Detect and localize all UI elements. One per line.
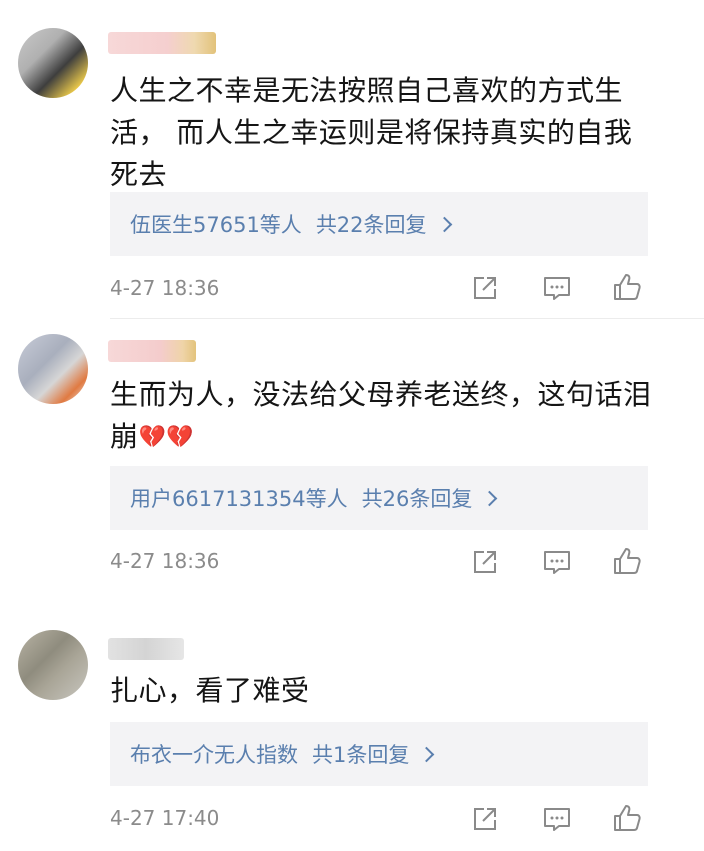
like-button[interactable] bbox=[610, 801, 644, 835]
comment-line: 人生之不幸是无法按照自己喜欢的方式生 bbox=[110, 74, 624, 107]
comment-line: 生而为人，没法给父母养老送终，这句话泪 bbox=[110, 378, 652, 411]
username-blurred[interactable] bbox=[108, 32, 216, 54]
comment-time: 4-27 18:36 bbox=[110, 549, 220, 573]
comment-button[interactable] bbox=[540, 271, 574, 305]
avatar[interactable] bbox=[18, 28, 88, 98]
comment-button[interactable] bbox=[540, 802, 574, 836]
share-icon bbox=[474, 277, 496, 299]
comment-line: 崩💔💔 bbox=[110, 416, 670, 459]
like-button[interactable] bbox=[610, 270, 644, 304]
username-blurred[interactable] bbox=[108, 638, 184, 660]
thumbs-up-icon bbox=[614, 805, 641, 831]
comment-text: 扎心，看了难受 bbox=[110, 670, 670, 712]
comment-line: 活， 而人生之幸运则是将保持真实的自我 bbox=[110, 116, 633, 149]
avatar[interactable] bbox=[18, 334, 88, 404]
replies-preview[interactable]: 布衣一介无人指数 共1条回复 bbox=[110, 722, 648, 786]
divider bbox=[110, 318, 704, 319]
share-icon bbox=[474, 808, 496, 830]
comment-icon bbox=[544, 808, 570, 831]
comment-icon bbox=[544, 277, 570, 300]
comment-line: 扎心，看了难受 bbox=[110, 674, 310, 707]
broken-heart-emoji: 💔💔 bbox=[138, 425, 195, 450]
chevron-right-icon bbox=[482, 490, 498, 506]
chevron-right-icon bbox=[436, 216, 452, 232]
thumbs-up-icon bbox=[614, 548, 641, 574]
reply-count: 共22条回复 bbox=[315, 213, 427, 237]
comment-icon bbox=[544, 551, 570, 574]
chevron-right-icon bbox=[419, 746, 435, 762]
comment-time: 4-27 17:40 bbox=[110, 806, 220, 830]
like-button[interactable] bbox=[610, 544, 644, 578]
thumbs-up-icon bbox=[614, 274, 641, 300]
comment-button[interactable] bbox=[540, 545, 574, 579]
reply-count: 共1条回复 bbox=[312, 743, 410, 767]
replies-preview[interactable]: 用户6617131354等人 共26条回复 bbox=[110, 466, 648, 530]
comment-time: 4-27 18:36 bbox=[110, 276, 220, 300]
reply-users: 伍医生57651等人 bbox=[130, 213, 302, 237]
share-icon bbox=[474, 551, 496, 573]
avatar[interactable] bbox=[18, 630, 88, 700]
replies-preview[interactable]: 伍医生57651等人 共22条回复 bbox=[110, 192, 648, 256]
reply-count: 共26条回复 bbox=[361, 487, 473, 511]
share-button[interactable] bbox=[468, 271, 502, 305]
comment-text: 人生之不幸是无法按照自己喜欢的方式生 活， 而人生之幸运则是将保持真实的自我 死… bbox=[110, 70, 670, 196]
comment-text: 生而为人，没法给父母养老送终，这句话泪 崩💔💔 bbox=[110, 374, 670, 459]
share-button[interactable] bbox=[468, 545, 502, 579]
share-button[interactable] bbox=[468, 802, 502, 836]
username-blurred[interactable] bbox=[108, 340, 196, 362]
comment-line: 死去 bbox=[110, 158, 168, 191]
reply-users: 布衣一介无人指数 bbox=[130, 743, 298, 767]
reply-users: 用户6617131354等人 bbox=[130, 487, 348, 511]
